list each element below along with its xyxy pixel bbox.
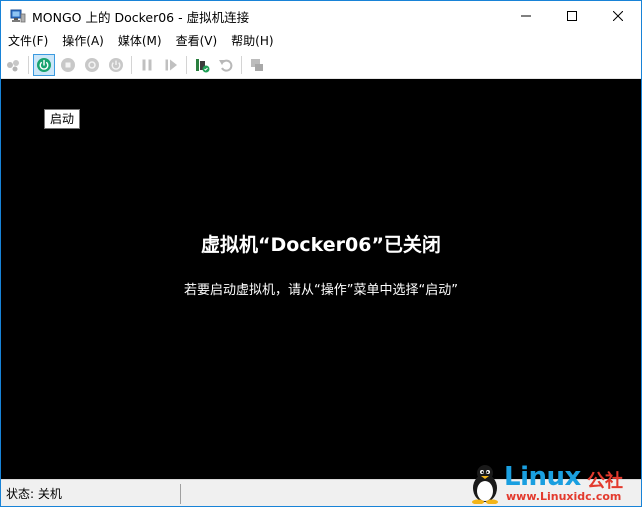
vm-state-title: 虚拟机“Docker06”已关闭 — [201, 234, 441, 256]
power-start-icon — [37, 58, 51, 72]
title-bar[interactable]: MONGO 上的 Docker06 - 虚拟机连接 — [1, 1, 641, 31]
status-separator — [180, 484, 181, 504]
close-icon — [613, 11, 623, 21]
toolbar-separator — [28, 56, 29, 74]
enhanced-session-icon — [251, 59, 263, 71]
tux-penguin-icon — [472, 465, 498, 504]
start-button[interactable] — [33, 54, 55, 76]
pause-button[interactable] — [136, 54, 158, 76]
maximize-button[interactable] — [549, 1, 595, 31]
close-button[interactable] — [595, 1, 641, 31]
menu-media[interactable]: 媒体(M) — [111, 31, 169, 51]
ctrl-alt-del-button[interactable] — [2, 54, 24, 76]
toolbar-separator — [241, 56, 242, 74]
enhanced-session-button[interactable] — [246, 54, 268, 76]
resume-icon — [165, 59, 177, 71]
status-text: 状态: 关机 — [6, 487, 62, 501]
minimize-icon — [521, 15, 531, 17]
tooltip: 启动 — [44, 109, 81, 129]
window-title: MONGO 上的 Docker06 - 虚拟机连接 — [32, 9, 250, 25]
menu-help[interactable]: 帮助(H) — [224, 31, 280, 51]
window-controls — [503, 1, 641, 31]
power-off-button[interactable] — [105, 54, 127, 76]
vm-display[interactable]: 启动 虚拟机“Docker06”已关闭 若要启动虚拟机，请从“操作”菜单中选择“… — [1, 79, 641, 479]
watermark-brand: Linux — [504, 462, 581, 492]
watermark-url: www.Linuxidc.com — [506, 490, 622, 503]
toolbar — [1, 52, 641, 79]
checkpoint-icon — [196, 59, 210, 73]
vm-state-hint: 若要启动虚拟机，请从“操作”菜单中选择“启动” — [184, 283, 458, 298]
minimize-button[interactable] — [503, 1, 549, 31]
vm-connection-window: MONGO 上的 Docker06 - 虚拟机连接 文件(F) 操作(A) 媒体… — [0, 0, 642, 507]
stop-icon — [61, 58, 75, 72]
turn-off-button[interactable] — [57, 54, 79, 76]
revert-button[interactable] — [215, 54, 237, 76]
shutdown-button[interactable] — [81, 54, 103, 76]
menu-bar: 文件(F) 操作(A) 媒体(M) 查看(V) 帮助(H) — [1, 31, 641, 51]
shutdown-icon — [85, 58, 99, 72]
toolbar-separator — [186, 56, 187, 74]
power-off-icon — [109, 58, 123, 72]
menu-file[interactable]: 文件(F) — [1, 31, 55, 51]
pause-icon — [142, 59, 152, 71]
watermark: Linux 公社 www.Linuxidc.com — [464, 462, 639, 504]
maximize-icon — [567, 11, 577, 21]
menu-view[interactable]: 查看(V) — [169, 31, 225, 51]
menu-action[interactable]: 操作(A) — [55, 31, 111, 51]
ctrl-alt-del-icon — [7, 60, 19, 72]
toolbar-separator — [131, 56, 132, 74]
revert-icon — [219, 59, 233, 72]
checkpoint-button[interactable] — [191, 54, 213, 76]
resume-button[interactable] — [160, 54, 182, 76]
vm-connection-app-icon — [10, 8, 26, 24]
